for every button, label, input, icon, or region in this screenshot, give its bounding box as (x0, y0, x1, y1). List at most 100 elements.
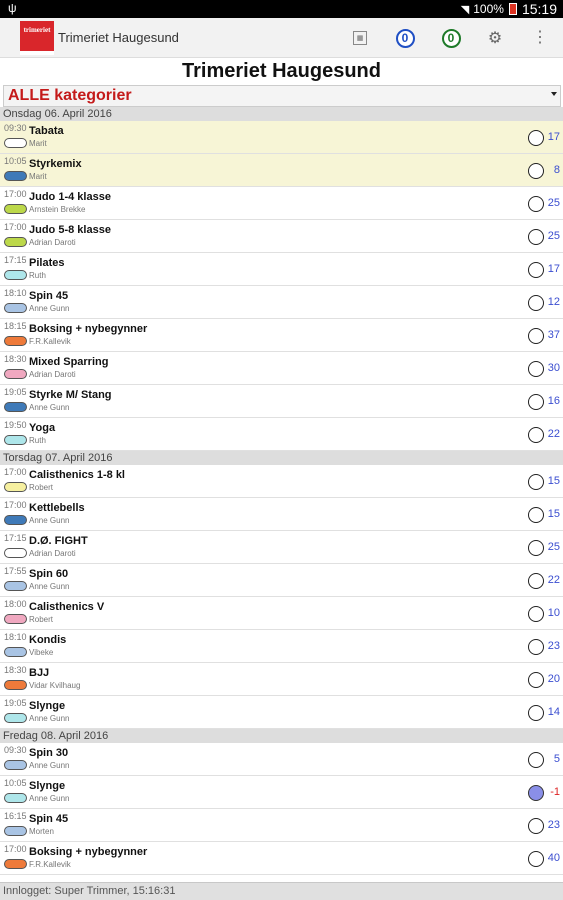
booking-status-icon[interactable] (528, 262, 544, 278)
booking-status-icon[interactable] (528, 130, 544, 146)
booking-status-icon[interactable] (528, 785, 544, 801)
class-name: Spin 30 (29, 747, 69, 759)
booking-status-icon[interactable] (528, 163, 544, 179)
dropdown-caret-icon (551, 92, 557, 96)
class-time: 17:00 (4, 844, 27, 854)
class-instructor: Anne Gunn (29, 304, 70, 313)
app-logo[interactable]: trimeriet (20, 21, 54, 55)
day-header: Torsdag 07. April 2016 (0, 451, 563, 465)
status-footer: Innlogget: Super Trimmer, 15:16:31 (0, 882, 563, 900)
class-row[interactable]: 17:00 Boksing + nybegynner F.R.Kallevik 40 (0, 842, 563, 875)
class-row[interactable]: 17:55 Spin 60 Anne Gunn 22 (0, 564, 563, 597)
login-status: Innlogget: Super Trimmer, 15:16:31 (3, 885, 176, 897)
available-spots: 17 (547, 263, 560, 275)
class-name: Judo 1-4 klasse (29, 191, 111, 203)
booking-status-icon[interactable] (528, 705, 544, 721)
class-row[interactable]: 18:10 Spin 45 Anne Gunn 12 (0, 286, 563, 319)
category-color-swatch (4, 581, 27, 591)
status-bar: ψ ◥ 100% 15:19 (0, 0, 563, 18)
booking-status-icon[interactable] (528, 752, 544, 768)
class-row[interactable]: 18:15 Boksing + nybegynner F.R.Kallevik 37 (0, 319, 563, 352)
class-row[interactable]: 17:00 Calisthenics 1-8 kl Robert 15 (0, 465, 563, 498)
booking-status-icon[interactable] (528, 573, 544, 589)
class-instructor: Anne Gunn (29, 794, 70, 803)
class-time: 17:55 (4, 566, 27, 576)
class-row[interactable]: 17:15 Pilates Ruth 17 (0, 253, 563, 286)
class-row[interactable]: 10:05 Slynge Anne Gunn -1 (0, 776, 563, 809)
class-instructor: Robert (29, 615, 54, 624)
class-row[interactable]: 17:15 D.Ø. FIGHT Adrian Daroti 25 (0, 531, 563, 564)
booked-count-button[interactable]: 0 (395, 28, 415, 48)
category-color-swatch (4, 760, 27, 770)
calendar-button[interactable]: ▦ (350, 28, 370, 48)
class-name: Styrke M/ Stang (29, 389, 112, 401)
class-list[interactable]: Onsdag 06. April 2016 09:30 Tabata Marit 17 1… (0, 107, 563, 882)
category-color-swatch (4, 336, 27, 346)
booking-status-icon[interactable] (528, 507, 544, 523)
class-row[interactable]: 19:05 Slynge Anne Gunn 14 (0, 696, 563, 729)
class-time: 17:00 (4, 467, 27, 477)
category-color-swatch (4, 793, 27, 803)
booking-status-icon[interactable] (528, 639, 544, 655)
class-name: Spin 45 (29, 290, 69, 302)
class-instructor: Anne Gunn (29, 714, 70, 723)
available-spots: 22 (547, 428, 560, 440)
booking-status-icon[interactable] (528, 672, 544, 688)
class-instructor: F.R.Kallevik (29, 860, 71, 869)
booking-status-icon[interactable] (528, 818, 544, 834)
settings-button[interactable]: ⚙ (485, 28, 505, 48)
waitlist-count-button[interactable]: 0 (441, 28, 461, 48)
class-name: Slynge (29, 700, 66, 712)
booking-status-icon[interactable] (528, 540, 544, 556)
class-time: 17:00 (4, 500, 27, 510)
class-row[interactable]: 18:30 Mixed Sparring Adrian Daroti 30 (0, 352, 563, 385)
class-instructor: Marit (29, 172, 47, 181)
class-row[interactable]: 09:30 Spin 30 Anne Gunn 5 (0, 743, 563, 776)
category-color-swatch (4, 548, 27, 558)
class-row[interactable]: 17:00 Judo 5-8 klasse Adrian Daroti 25 (0, 220, 563, 253)
category-color-swatch (4, 826, 27, 836)
class-time: 18:00 (4, 599, 27, 609)
available-spots: 14 (547, 706, 560, 718)
class-row[interactable]: 17:00 Judo 1-4 klasse Arnstein Brekke 25 (0, 187, 563, 220)
category-color-swatch (4, 859, 27, 869)
class-row[interactable]: 09:30 Tabata Marit 17 (0, 121, 563, 154)
class-row[interactable]: 18:00 Calisthenics V Robert 10 (0, 597, 563, 630)
category-color-swatch (4, 402, 27, 412)
booking-status-icon[interactable] (528, 394, 544, 410)
class-row[interactable]: 19:05 Styrke M/ Stang Anne Gunn 16 (0, 385, 563, 418)
booking-status-icon[interactable] (528, 229, 544, 245)
booking-status-icon[interactable] (528, 851, 544, 867)
class-name: Tabata (29, 125, 64, 137)
available-spots: 23 (547, 640, 560, 652)
booking-status-icon[interactable] (528, 361, 544, 377)
class-name: Kondis (29, 634, 67, 646)
available-spots: 20 (547, 673, 560, 685)
class-row[interactable]: 16:15 Spin 45 Morten 23 (0, 809, 563, 842)
booking-status-icon[interactable] (528, 606, 544, 622)
class-time: 10:05 (4, 778, 27, 788)
booking-status-icon[interactable] (528, 295, 544, 311)
class-time: 17:15 (4, 533, 27, 543)
class-instructor: Vibeke (29, 648, 54, 657)
class-instructor: Ruth (29, 271, 46, 280)
category-color-swatch (4, 204, 27, 214)
class-time: 17:00 (4, 189, 27, 199)
class-row[interactable]: 18:10 Kondis Vibeke 23 (0, 630, 563, 663)
category-dropdown[interactable]: ALLE kategorier (3, 85, 561, 107)
booking-status-icon[interactable] (528, 474, 544, 490)
available-spots: 16 (547, 395, 560, 407)
class-row[interactable]: 18:30 BJJ Vidar Kvilhaug 20 (0, 663, 563, 696)
class-row[interactable]: 10:05 Styrkemix Marit 8 (0, 154, 563, 187)
class-time: 19:05 (4, 698, 27, 708)
booking-status-icon[interactable] (528, 196, 544, 212)
class-row[interactable]: 19:50 Yoga Ruth 22 (0, 418, 563, 451)
class-name: D.Ø. FIGHT (29, 535, 88, 547)
class-row[interactable]: 17:00 Kettlebells Anne Gunn 15 (0, 498, 563, 531)
overflow-menu-button[interactable]: ⋮ (530, 28, 550, 48)
category-color-swatch (4, 647, 27, 657)
class-name: Spin 45 (29, 813, 69, 825)
wifi-icon: ◥ (460, 3, 470, 16)
booking-status-icon[interactable] (528, 328, 544, 344)
booking-status-icon[interactable] (528, 427, 544, 443)
